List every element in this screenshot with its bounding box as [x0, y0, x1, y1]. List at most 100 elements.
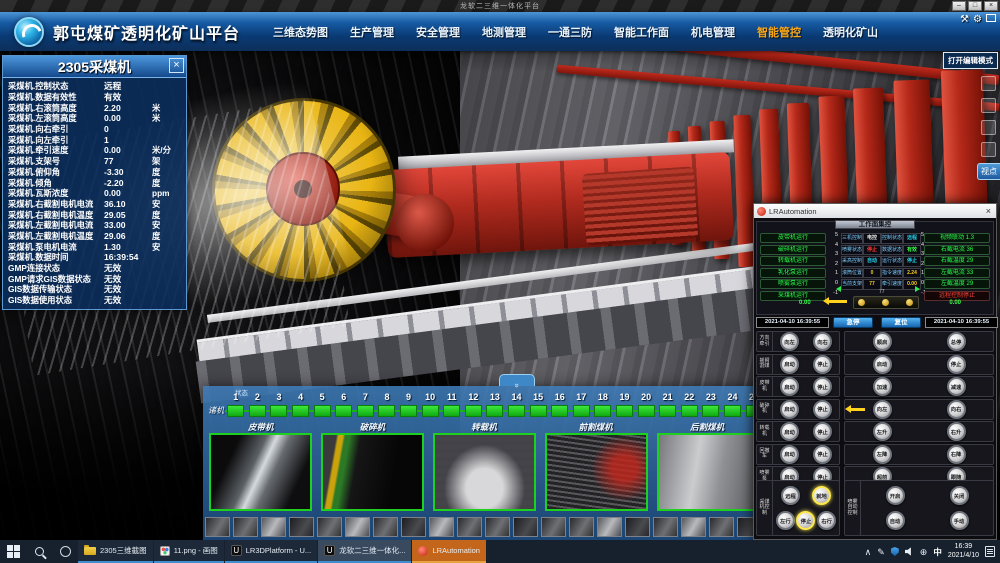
control-button[interactable]: 启动: [780, 422, 799, 441]
control-button[interactable]: 就地: [812, 486, 831, 505]
viewpoint-tab[interactable]: 视点: [977, 163, 1000, 180]
filmstrip-thumbnail[interactable]: [373, 517, 398, 537]
estop-button[interactable]: 急停: [833, 317, 873, 328]
control-button[interactable]: 顺启: [873, 332, 892, 351]
camera-thumbnail[interactable]: [545, 433, 648, 511]
alarm-button[interactable]: 远程控制停止: [924, 291, 990, 301]
control-button[interactable]: 右行: [817, 511, 836, 530]
chevron-up-icon[interactable]: ∧: [865, 547, 872, 557]
control-button[interactable]: 向右: [947, 400, 966, 419]
fit-window-icon[interactable]: [986, 14, 996, 26]
status-button[interactable]: 皮带机运行: [760, 233, 826, 243]
ime-language-indicator[interactable]: 中: [933, 546, 942, 558]
control-button[interactable]: 手动: [950, 511, 969, 530]
status-button[interactable]: 喷雾泵运行: [760, 279, 826, 289]
filmstrip-thumbnail[interactable]: [485, 517, 510, 537]
filmstrip-thumbnail[interactable]: [457, 517, 482, 537]
support-status-indicator[interactable]: [355, 405, 377, 417]
filmstrip-thumbnail[interactable]: [541, 517, 566, 537]
support-status-indicator[interactable]: [722, 405, 744, 417]
filmstrip-thumbnail[interactable]: [401, 517, 426, 537]
speaker-icon[interactable]: [905, 547, 914, 556]
support-status-indicator[interactable]: [549, 405, 571, 417]
open-edit-mode-button[interactable]: 打开编辑模式: [943, 52, 998, 69]
support-status-indicator[interactable]: [441, 405, 463, 417]
control-button[interactable]: 总停: [947, 332, 966, 351]
control-button[interactable]: 启动: [780, 355, 799, 374]
side-tool-icon[interactable]: [981, 120, 996, 135]
control-button[interactable]: 停止: [796, 511, 815, 530]
control-button[interactable]: 左升: [873, 422, 892, 441]
taskbar-app[interactable]: 2305三维截图: [78, 540, 153, 563]
nav-item-3[interactable]: 地测管理: [471, 24, 537, 40]
status-button[interactable]: 破碎机运行: [760, 245, 826, 255]
tools-icon[interactable]: ⚒: [960, 14, 969, 26]
cortana-button[interactable]: [52, 540, 78, 563]
control-button[interactable]: 向右: [813, 332, 832, 351]
control-button[interactable]: 启动: [780, 377, 799, 396]
taskbar-app[interactable]: 龙软二三维一体化...: [318, 540, 411, 563]
nav-item-6[interactable]: 机电管理: [680, 24, 746, 40]
support-status-indicator[interactable]: [268, 405, 290, 417]
support-status-indicator[interactable]: [311, 405, 333, 417]
control-button[interactable]: 停止: [813, 377, 832, 396]
support-status-indicator[interactable]: [290, 405, 312, 417]
control-button[interactable]: 右降: [947, 445, 966, 464]
control-button[interactable]: 远程: [781, 486, 800, 505]
support-status-indicator[interactable]: [225, 405, 247, 417]
side-tool-icon[interactable]: [981, 76, 996, 91]
notification-center-icon[interactable]: [985, 546, 995, 557]
shield-icon[interactable]: [891, 547, 899, 556]
minimize-button[interactable]: –: [952, 1, 966, 11]
camera-thumbnail[interactable]: [657, 433, 760, 511]
close-icon[interactable]: ×: [984, 206, 993, 216]
nav-item-8[interactable]: 透明化矿山: [812, 24, 889, 40]
filmstrip-thumbnail[interactable]: [681, 517, 706, 537]
control-button[interactable]: 左降: [873, 445, 892, 464]
support-status-indicator[interactable]: [657, 405, 679, 417]
support-status-indicator[interactable]: [463, 405, 485, 417]
support-status-indicator[interactable]: [419, 405, 441, 417]
support-status-indicator[interactable]: [700, 405, 722, 417]
taskbar-clock[interactable]: 16:39 2021/4/10: [948, 543, 979, 560]
support-status-indicator[interactable]: [678, 405, 700, 417]
side-tool-icon[interactable]: [981, 98, 996, 113]
side-tool-icon[interactable]: [981, 142, 996, 157]
control-button[interactable]: 左行: [776, 511, 795, 530]
taskbar-app[interactable]: LRAutomation: [412, 540, 486, 563]
filmstrip-thumbnail[interactable]: [289, 517, 314, 537]
support-status-indicator[interactable]: [635, 405, 657, 417]
control-button[interactable]: 开启: [886, 486, 905, 505]
close-icon[interactable]: ×: [169, 58, 184, 73]
nav-item-7[interactable]: 智能管控: [746, 24, 812, 40]
filmstrip-thumbnail[interactable]: [709, 517, 734, 537]
camera-thumbnail[interactable]: [433, 433, 536, 511]
taskbar-app[interactable]: 11.png - 画图: [154, 540, 224, 563]
control-button[interactable]: 启动: [873, 355, 892, 374]
support-status-indicator[interactable]: [398, 405, 420, 417]
filmstrip-thumbnail[interactable]: [429, 517, 454, 537]
control-button[interactable]: 停止: [947, 355, 966, 374]
status-button[interactable]: 转载机运行: [760, 256, 826, 266]
control-button[interactable]: 启动: [780, 400, 799, 419]
reset-button[interactable]: 复位: [881, 317, 921, 328]
nav-item-5[interactable]: 智能工作面: [603, 24, 680, 40]
control-button[interactable]: 自动: [886, 511, 905, 530]
filmstrip-thumbnail[interactable]: [513, 517, 538, 537]
control-button[interactable]: 停止: [813, 422, 832, 441]
start-button[interactable]: [0, 540, 26, 563]
control-button[interactable]: 向左: [780, 332, 799, 351]
support-status-indicator[interactable]: [376, 405, 398, 417]
status-button[interactable]: 右截温度 29: [924, 256, 990, 266]
control-button[interactable]: 减速: [947, 377, 966, 396]
control-button[interactable]: 启动: [780, 445, 799, 464]
nav-item-1[interactable]: 生产管理: [339, 24, 405, 40]
nav-item-4[interactable]: 一通三防: [537, 24, 603, 40]
taskbar-app[interactable]: LR3DPlatform - U...: [225, 540, 317, 563]
filmstrip-thumbnail[interactable]: [625, 517, 650, 537]
filmstrip-thumbnail[interactable]: [261, 517, 286, 537]
camera-thumbnail[interactable]: [209, 433, 312, 511]
support-status-indicator[interactable]: [592, 405, 614, 417]
nav-item-2[interactable]: 安全管理: [405, 24, 471, 40]
nav-item-0[interactable]: 三维态势图: [262, 24, 339, 40]
